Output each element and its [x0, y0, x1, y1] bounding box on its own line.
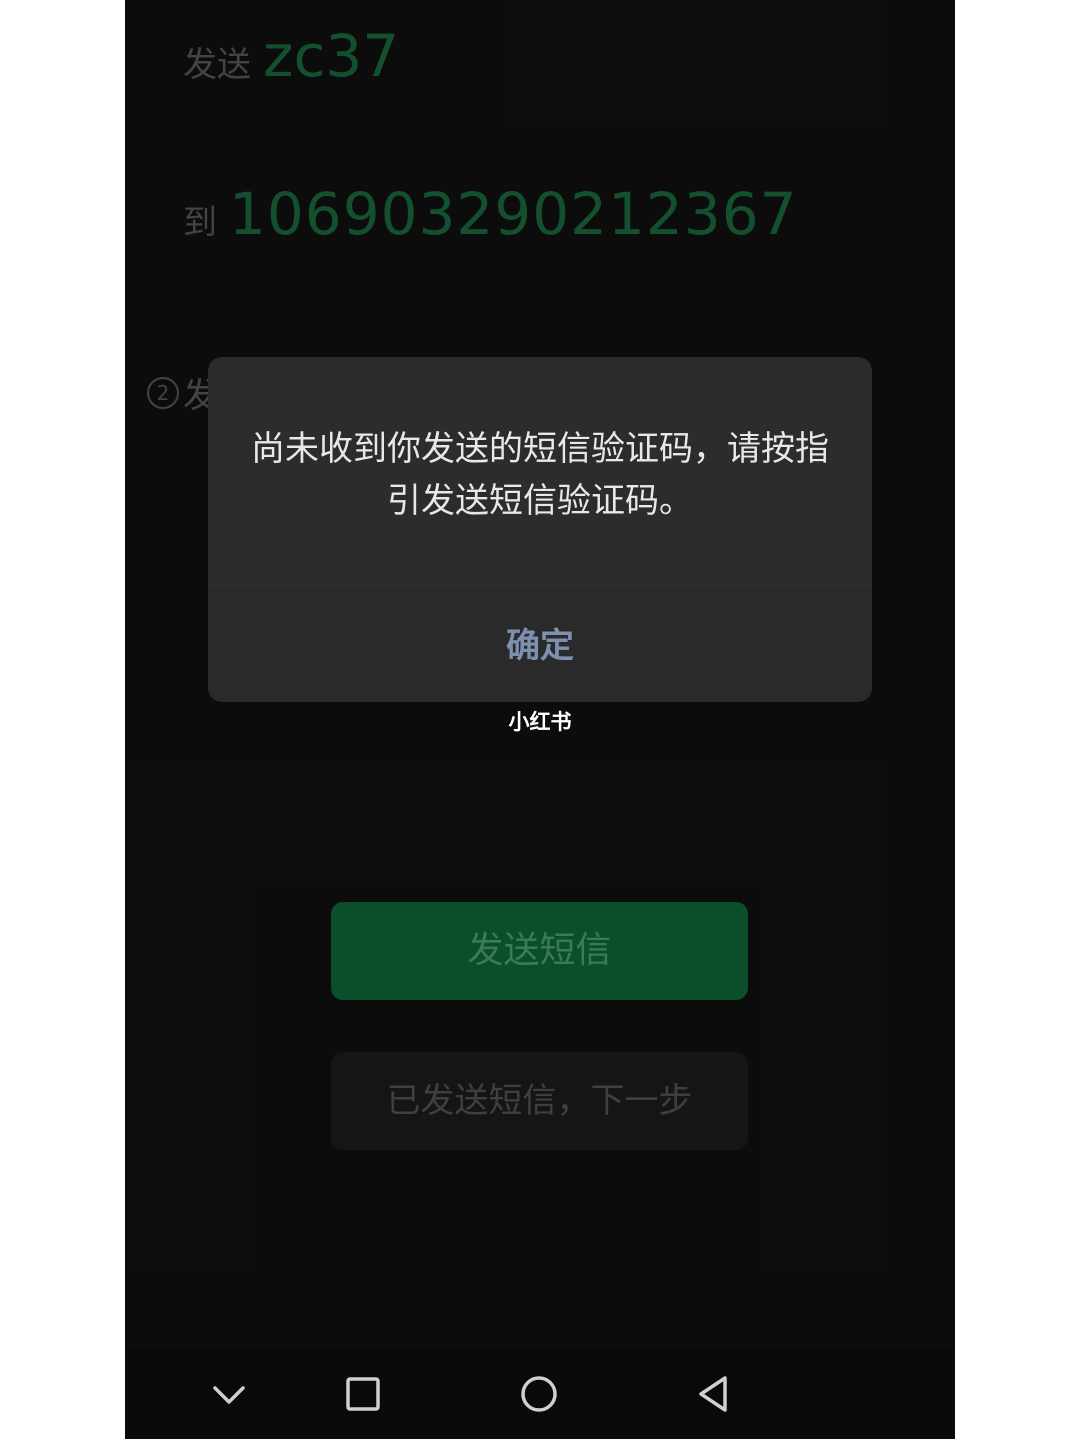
- confirm-button[interactable]: 确定: [208, 590, 872, 702]
- back-icon[interactable]: [693, 1372, 737, 1416]
- phone-screen: 发送 zc37 到 106903290212367 2 发 发送短信 已发送短信…: [125, 0, 955, 1439]
- recent-apps-icon[interactable]: [341, 1372, 385, 1416]
- alert-dialog: 尚未收到你发送的短信验证码，请按指引发送短信验证码。 确定: [208, 357, 872, 702]
- system-nav-bar: [125, 1349, 955, 1439]
- dialog-message: 尚未收到你发送的短信验证码，请按指引发送短信验证码。: [251, 429, 829, 521]
- chevron-down-icon[interactable]: [207, 1372, 251, 1416]
- watermark-logo: 小红书: [508, 710, 572, 734]
- home-icon[interactable]: [517, 1372, 561, 1416]
